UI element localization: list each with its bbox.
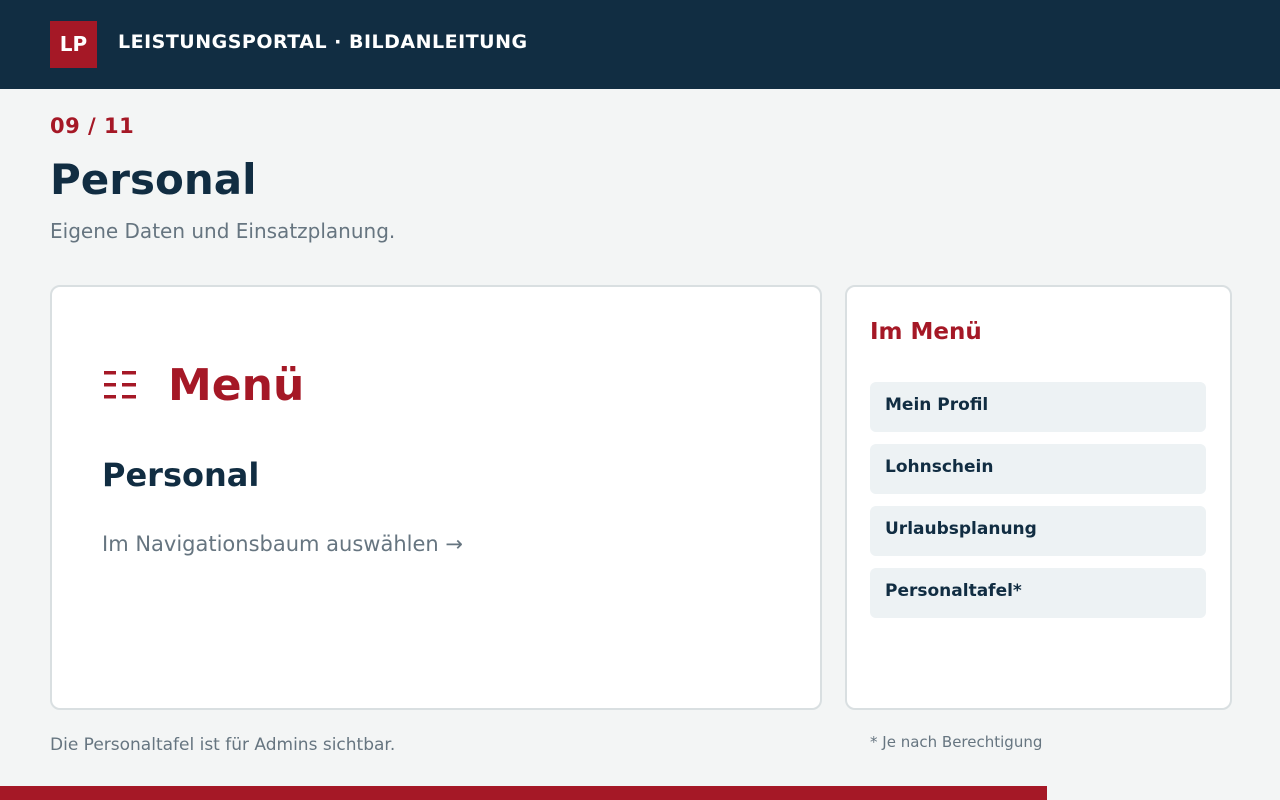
menu-item-label: Lohnschein	[885, 457, 994, 477]
app-title: LEISTUNGSPORTAL · BILDANLEITUNG	[118, 31, 528, 53]
menu-label: Menü	[168, 360, 305, 411]
menu-item-label: Personaltafel*	[885, 581, 1022, 601]
footnote-admin: Die Personaltafel ist für Admins sichtba…	[50, 735, 396, 755]
app-logo: LP	[50, 21, 97, 68]
step-counter: 09 / 11	[50, 114, 135, 138]
menu-item-label: Urlaubsplanung	[885, 519, 1037, 539]
card-heading: Personal	[102, 456, 260, 494]
menu-item-urlaubsplanung[interactable]: Urlaubsplanung	[870, 506, 1206, 556]
menu-item-lohnschein[interactable]: Lohnschein	[870, 444, 1206, 494]
menu-list-icon	[104, 371, 136, 399]
top-bar: LP LEISTUNGSPORTAL · BILDANLEITUNG	[0, 0, 1280, 89]
menu-items-panel: Im Menü Mein Profil Lohnschein Urlaubspl…	[845, 285, 1232, 710]
progress-fill	[0, 786, 1048, 800]
instruction-card: Menü Personal Im Navigationsbaum auswähl…	[50, 285, 822, 710]
progress-bar	[0, 786, 1280, 800]
page-subtitle: Eigene Daten und Einsatzplanung.	[50, 219, 396, 243]
menu-item-mein-profil[interactable]: Mein Profil	[870, 382, 1206, 432]
menu-item-label: Mein Profil	[885, 395, 989, 415]
page-title: Personal	[50, 155, 257, 204]
panel-title: Im Menü	[870, 319, 982, 345]
footnote-permission: * Je nach Berechtigung	[870, 733, 1043, 751]
menu-item-personaltafel[interactable]: Personaltafel*	[870, 568, 1206, 618]
card-instruction: Im Navigationsbaum auswählen →	[102, 532, 463, 556]
